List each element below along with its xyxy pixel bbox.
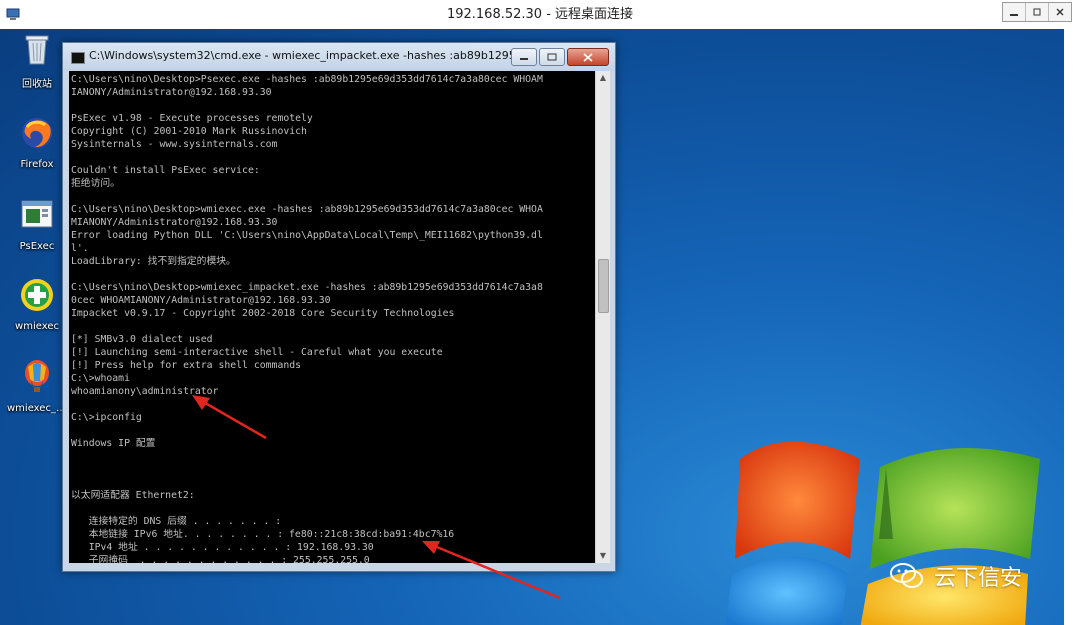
terminal-line: Sysinternals - www.sysinternals.com: [71, 139, 278, 150]
cmd-close-button[interactable]: [567, 48, 609, 66]
desktop-icon-label: wmiexec: [15, 321, 59, 332]
cmd-window-controls: [509, 48, 609, 66]
terminal-line: [*] SMBv3.0 dialect used: [71, 334, 213, 345]
terminal-line: C:\Users\nino\Desktop>wmiexec_impacket.e…: [71, 282, 543, 293]
terminal-line: C:\>ipconfig: [71, 412, 142, 423]
terminal-line: C:\>whoami: [71, 373, 130, 384]
desktop-icon-wmiexec-impacket[interactable]: wmiexec_i...: [7, 359, 67, 414]
desktop-icon-recycle-bin[interactable]: 回收站: [7, 31, 67, 90]
terminal-line: PsExec v1.98 - Execute processes remotel…: [71, 113, 313, 124]
watermark-text: 云下信安: [934, 566, 1023, 591]
scroll-thumb[interactable]: [598, 259, 609, 313]
terminal-line: 拒绝访问。: [71, 178, 120, 189]
restore-icon: [1033, 8, 1041, 16]
cmd-minimize-button[interactable]: [511, 48, 537, 66]
wmiexec-app-icon: [21, 279, 53, 311]
terminal-line: Impacket v0.9.17 - Copyright 2002-2018 C…: [71, 308, 455, 319]
rdp-restore-button[interactable]: [1026, 3, 1049, 21]
terminal-output[interactable]: C:\Users\nino\Desktop>Psexec.exe -hashes…: [69, 71, 595, 563]
rdp-minimize-button[interactable]: [1003, 3, 1026, 21]
rdp-right-edge: [1064, 29, 1080, 625]
desktop-icon-label: wmiexec_i...: [7, 403, 67, 414]
rdp-titlebar[interactable]: 192.168.52.30 - 远程桌面连接: [0, 0, 1080, 30]
terminal-line: [!] Press help for extra shell commands: [71, 360, 302, 371]
terminal-line: IPv4 地址 . . . . . . . . . . . . : 192.16…: [71, 542, 374, 553]
desktop-icon-label: PsExec: [19, 241, 55, 252]
terminal-line: Copyright (C) 2001-2010 Mark Russinovich: [71, 126, 307, 137]
terminal-line: Windows IP 配置: [71, 438, 156, 449]
terminal-line: [!] Launching semi-interactive shell - C…: [71, 347, 443, 358]
terminal-line: 以太网适配器 Ethernet2:: [71, 490, 195, 501]
terminal-line: LoadLibrary: 找不到指定的模块。: [71, 256, 236, 267]
terminal-line: l'.: [71, 243, 89, 254]
wechat-watermark: 云下信安: [890, 561, 1022, 591]
terminal-line: 0cec WHOAMIANONY/Administrator@192.168.9…: [71, 295, 331, 306]
cmd-maximize-button[interactable]: [539, 48, 565, 66]
terminal-text: C:\Users\nino\Desktop>Psexec.exe -hashes…: [71, 73, 543, 563]
desktop-icon-psexec[interactable]: PsExec: [7, 197, 67, 252]
maximize-icon: [547, 53, 557, 61]
recycle-bin-icon: [25, 35, 49, 65]
terminal-line: 连接特定的 DNS 后缀 . . . . . . . :: [71, 516, 282, 527]
wechat-icon: [890, 563, 923, 588]
cmd-window[interactable]: C:\Windows\system32\cmd.exe - wmiexec_im…: [62, 42, 616, 572]
desktop-icon-label: 回收站: [22, 79, 52, 90]
terminal-line: Error loading Python DLL 'C:\Users\nino\…: [71, 230, 543, 241]
minimize-icon: [520, 58, 528, 60]
desktop-icon-firefox[interactable]: Firefox: [7, 115, 67, 170]
terminal-line: 子网掩码 . . . . . . . . . . . . : 255.255.2…: [71, 555, 370, 563]
terminal-line: MIANONY/Administrator@192.168.93.30: [71, 217, 278, 228]
psexec-app-icon: [21, 200, 53, 228]
terminal-line: C:\Users\nino\Desktop>Psexec.exe -hashes…: [71, 74, 543, 85]
scroll-down-arrow-icon[interactable]: ▼: [596, 549, 610, 563]
desktop-icon-label: Firefox: [20, 159, 54, 170]
terminal-line: C:\Users\nino\Desktop>wmiexec.exe -hashe…: [71, 204, 543, 215]
minimize-icon: [1010, 14, 1018, 16]
cmd-icon: [71, 52, 85, 64]
close-icon: [1056, 8, 1064, 16]
desktop-icon-wmiexec[interactable]: wmiexec: [7, 277, 67, 332]
terminal-line: IANONY/Administrator@192.168.93.30: [71, 87, 272, 98]
scroll-up-arrow-icon[interactable]: ▲: [596, 71, 610, 85]
rdp-window-controls: [1002, 2, 1072, 22]
firefox-icon: [22, 118, 52, 148]
terminal-line: whoamianony\administrator: [71, 386, 219, 397]
cmd-vertical-scrollbar[interactable]: ▲ ▼: [595, 71, 610, 563]
hot-air-balloon-icon: [25, 360, 49, 392]
close-icon: [583, 52, 593, 62]
rdp-title: 192.168.52.30 - 远程桌面连接: [446, 7, 634, 22]
rdp-close-button[interactable]: [1049, 3, 1071, 21]
cmd-titlebar[interactable]: C:\Windows\system32\cmd.exe - wmiexec_im…: [63, 43, 615, 71]
cmd-title: C:\Windows\system32\cmd.exe - wmiexec_im…: [89, 49, 529, 62]
terminal-line: Couldn't install PsExec service:: [71, 165, 260, 176]
terminal-line: 本地链接 IPv6 地址. . . . . . . . : fe80::21c8…: [71, 529, 455, 540]
